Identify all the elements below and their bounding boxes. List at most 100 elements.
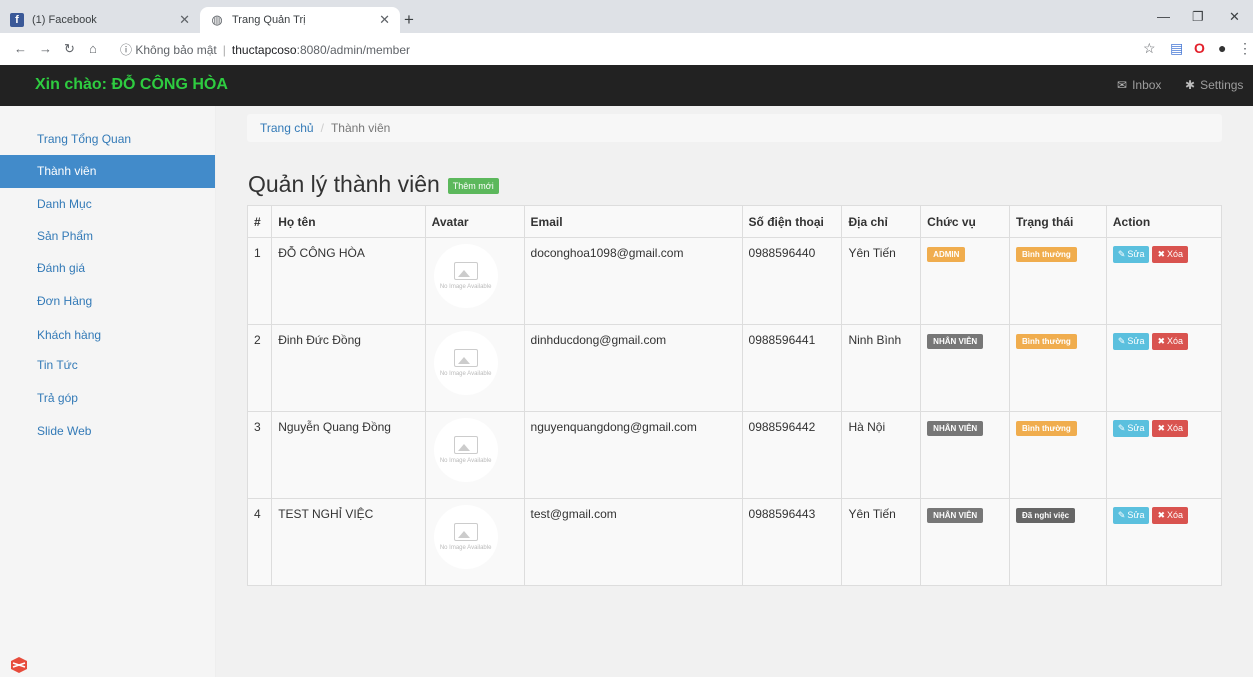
close-icon[interactable]: ✕ — [179, 12, 190, 28]
sidebar-item-orders[interactable]: Đơn Hàng — [0, 285, 215, 318]
status-badge: Đã nghỉ việc — [1015, 508, 1076, 523]
avatar-placeholder-text: No Image Available — [439, 457, 492, 464]
inbox-link[interactable]: ✉ Inbox — [1117, 78, 1161, 92]
cell-role: NHÂN VIÊN — [920, 498, 1010, 586]
opera-extension-icon[interactable]: O — [1194, 40, 1205, 56]
tab-title: (1) Facebook — [32, 14, 97, 26]
cell-address: Hà Nội — [841, 411, 922, 499]
col-header-email: Email — [523, 205, 743, 238]
cell-action: ✎ Sửa ✖ Xóa — [1105, 498, 1223, 586]
breadcrumb-current: Thành viên — [330, 121, 391, 135]
delete-button[interactable]: ✖ Xóa — [1152, 420, 1189, 437]
edit-label: Sửa — [1127, 336, 1145, 346]
edit-label: Sửa — [1127, 249, 1145, 259]
edit-label: Sửa — [1127, 510, 1145, 520]
sidebar: Trang Tổng Quan Thành viên Danh Mục Sản … — [0, 106, 216, 677]
back-icon[interactable]: ← — [14, 41, 27, 56]
col-header-name: Họ tên — [271, 205, 426, 238]
cell-address: Yên Tiến — [841, 498, 922, 586]
avatar: No Image Available — [433, 505, 498, 569]
delete-label: Xóa — [1167, 423, 1184, 433]
browser-tab-facebook[interactable]: f (1) Facebook ✕ — [0, 7, 200, 33]
edit-button[interactable]: ✎ Sửa — [1112, 333, 1150, 350]
role-badge: NHÂN VIÊN — [927, 508, 984, 523]
members-table: # Họ tên Avatar Email Số điện thoại Địa … — [246, 205, 1223, 586]
new-tab-icon[interactable]: + — [404, 10, 414, 30]
cell-email: test@gmail.com — [523, 498, 743, 586]
edit-icon: ✎ — [1117, 249, 1126, 259]
delete-button[interactable]: ✖ Xóa — [1152, 333, 1189, 350]
cell-name: ĐỖ CÔNG HÒA — [271, 237, 426, 325]
page-title-text: Quản lý thành viên — [248, 171, 440, 197]
sidebar-item-members[interactable]: Thành viên — [0, 155, 215, 188]
menu-icon[interactable]: ⋮ — [1238, 40, 1252, 57]
cell-action: ✎ Sửa ✖ Xóa — [1105, 237, 1223, 325]
avatar: No Image Available — [433, 331, 498, 395]
sidebar-item-products[interactable]: Sản Phẩm — [0, 220, 215, 253]
profile-icon[interactable]: ● — [1218, 40, 1226, 56]
address-bar: ← → ↻ ⌂ ⓘ Không bảo mật | thuctapcoso:8080… — [0, 33, 1253, 66]
cell-email: dinhducdong@gmail.com — [523, 324, 743, 412]
sidebar-item-categories[interactable]: Danh Mục — [0, 188, 215, 221]
cell-phone: 0988596440 — [741, 237, 843, 325]
image-placeholder-icon — [453, 522, 478, 541]
col-header-phone: Số điện thoại — [741, 205, 843, 238]
cell-index: 3 — [246, 411, 273, 499]
edit-button[interactable]: ✎ Sửa — [1112, 420, 1150, 437]
cell-address: Ninh Bình — [841, 324, 922, 412]
browser-tab-admin[interactable]: ◍ Trang Quản Trị ✕ — [200, 7, 400, 33]
breadcrumb-separator: / — [320, 121, 324, 135]
breadcrumb: Trang chủ / Thành viên — [247, 114, 1222, 142]
cell-action: ✎ Sửa ✖ Xóa — [1105, 324, 1223, 412]
cell-role: NHÂN VIÊN — [920, 324, 1010, 412]
table-row: 2 Đinh Đức Đồng No Image Available dinhd… — [246, 324, 1223, 412]
reload-icon[interactable]: ↻ — [64, 41, 75, 57]
delete-button[interactable]: ✖ Xóa — [1152, 507, 1189, 524]
image-placeholder-icon — [453, 348, 478, 367]
role-badge: NHÂN VIÊN — [927, 421, 984, 436]
cell-status: Bình thường — [1008, 237, 1107, 325]
avatar-placeholder-text: No Image Available — [439, 544, 492, 551]
table-row: 4 TEST NGHỈ VIỆC No Image Available test… — [246, 498, 1223, 586]
sidebar-item-installment[interactable]: Trả góp — [0, 382, 215, 415]
edit-button[interactable]: ✎ Sửa — [1112, 507, 1150, 524]
col-header-address: Địa chỉ — [841, 205, 922, 238]
forward-icon[interactable]: → — [39, 41, 52, 56]
avatar: No Image Available — [433, 418, 498, 482]
cell-status: Bình thường — [1008, 324, 1107, 412]
cell-avatar: No Image Available — [424, 324, 525, 412]
status-badge: Bình thường — [1015, 334, 1077, 349]
add-member-button[interactable]: Thêm mới — [447, 178, 499, 194]
sidebar-item-news[interactable]: Tin Tức — [0, 349, 215, 382]
minimize-icon[interactable]: — — [1157, 9, 1170, 24]
sidebar-item-customers[interactable]: Khách hàng — [0, 319, 215, 352]
home-icon[interactable]: ⌂ — [89, 41, 97, 56]
sidebar-item-dashboard[interactable]: Trang Tổng Quan — [0, 123, 215, 156]
delete-button[interactable]: ✖ Xóa — [1152, 246, 1189, 263]
sidebar-item-reviews[interactable]: Đánh giá — [0, 252, 215, 285]
avatar: No Image Available — [433, 244, 498, 308]
close-icon[interactable]: ✕ — [379, 12, 390, 28]
facebook-icon: f — [10, 13, 24, 27]
cell-phone: 0988596442 — [741, 411, 843, 499]
image-placeholder-icon — [453, 261, 478, 280]
sidebar-item-slide-web[interactable]: Slide Web — [0, 415, 215, 448]
url-field[interactable]: ⓘ Không bảo mật | thuctapcoso:8080/admin/m… — [120, 41, 410, 58]
cell-status: Bình thường — [1008, 411, 1107, 499]
edit-button[interactable]: ✎ Sửa — [1112, 246, 1150, 263]
cell-index: 2 — [246, 324, 273, 412]
maximize-icon[interactable]: ❐ — [1192, 9, 1204, 25]
page-title: Quản lý thành viên Thêm mới — [248, 171, 499, 198]
security-text: Không bảo mật — [135, 43, 217, 57]
col-header-index: # — [246, 205, 273, 238]
cell-email: nguyenquangdong@gmail.com — [523, 411, 743, 499]
cell-address: Yên Tiến — [841, 237, 922, 325]
cell-role: ADMIN — [920, 237, 1010, 325]
window-close-icon[interactable]: ✕ — [1229, 9, 1240, 25]
bookmark-star-icon[interactable]: ☆ — [1143, 40, 1156, 57]
col-header-status: Trạng thái — [1008, 205, 1107, 238]
delete-label: Xóa — [1167, 336, 1184, 346]
settings-link[interactable]: ✱ Settings — [1185, 78, 1243, 92]
breadcrumb-home-link[interactable]: Trang chủ — [260, 121, 314, 135]
translate-extension-icon[interactable]: ▤ — [1170, 40, 1183, 57]
